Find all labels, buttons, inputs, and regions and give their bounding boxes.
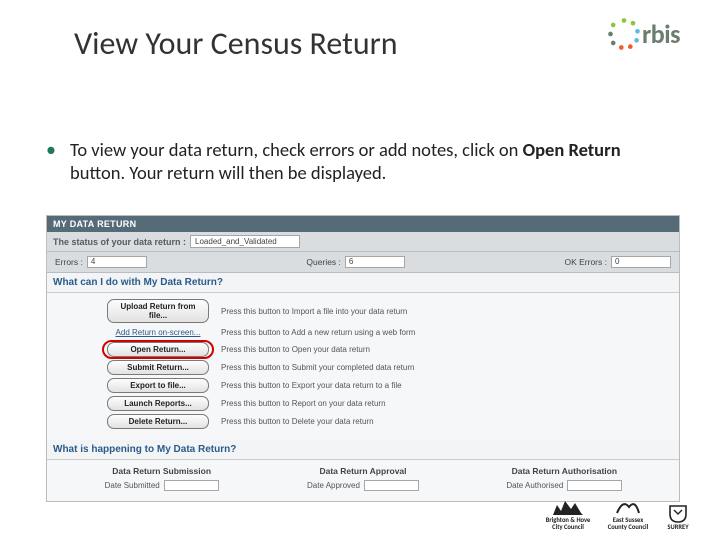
app-screenshot: MY DATA RETURN The status of your data r… <box>46 215 680 502</box>
orbis-ring-icon <box>606 16 642 52</box>
bullet-post: button. Your return will then be display… <box>70 161 386 184</box>
queries-label: Queries : <box>306 257 341 267</box>
action-row: Export to file... Press this button to Ex… <box>107 378 671 393</box>
action-description: Press this button to Submit your complet… <box>221 363 414 372</box>
action-row: Upload Return from file... Press this but… <box>107 299 671 323</box>
add-return-on-screen-button[interactable]: Add Return on-screen... <box>107 326 209 339</box>
footer-logos: Brighton & Hove City Council East Sussex… <box>544 495 692 530</box>
submit-return-button[interactable]: Submit Return... <box>107 360 209 375</box>
queries-value: 6 <box>345 256 405 268</box>
action-description: Press this button to Open your data retu… <box>221 345 370 354</box>
ok-errors-label: OK Errors : <box>564 257 607 267</box>
action-row: Submit Return... Press this button to Sub… <box>107 360 671 375</box>
launch-reports-button[interactable]: Launch Reports... <box>107 396 209 411</box>
orbis-text: rbis <box>642 18 680 50</box>
bullet-bold: Open Return <box>523 138 621 161</box>
bullet-pre: To view your data return, check errors o… <box>70 138 523 161</box>
surrey-text: SURREY <box>667 524 688 531</box>
orbis-logo: rbis <box>606 16 680 52</box>
date-submitted-label: Date Submitted <box>105 481 160 490</box>
brighton-hove-text: Brighton & Hove City Council <box>544 517 592 530</box>
approval-header: Data Return Approval <box>262 466 463 476</box>
action-description: Press this button to Report on your data… <box>221 399 386 408</box>
section-actions-title: What can I do with My Data Return? <box>47 273 679 293</box>
date-approved-label: Date Approved <box>307 481 360 490</box>
status-value: Loaded_and_Validated <box>190 235 300 248</box>
section-status-title: What is happening to My Data Return? <box>47 440 679 460</box>
action-row: Delete Return... Press this button to Del… <box>107 414 671 429</box>
east-sussex-text: East Sussex County Council <box>606 517 650 530</box>
action-row: Add Return on-screen... Press this button… <box>107 326 671 339</box>
open-return-button[interactable]: Open Return... <box>107 342 209 357</box>
upload-return-from-file-button[interactable]: Upload Return from file... <box>107 299 209 323</box>
delete-return-button[interactable]: Delete Return... <box>107 414 209 429</box>
instruction-bullet: •To view your data return, check errors … <box>46 138 674 184</box>
action-row: Open Return... Press this button to Open … <box>107 342 671 357</box>
action-description: Press this button to Add a new return us… <box>221 328 415 337</box>
action-description: Press this button to Export your data re… <box>221 381 402 390</box>
surrey-logo: SURREY <box>664 502 692 531</box>
date-submitted-value <box>164 480 219 491</box>
ok-errors-value: 0 <box>611 256 671 268</box>
action-description: Press this button to Import a file into … <box>221 307 407 316</box>
date-approved-value <box>364 480 419 491</box>
export-to-file-button[interactable]: Export to file... <box>107 378 209 393</box>
page-title: View Your Census Return <box>74 24 398 63</box>
east-sussex-logo: East Sussex County Council <box>606 495 650 530</box>
errors-value: 4 <box>87 256 147 268</box>
date-authorised-value <box>567 480 622 491</box>
action-description: Press this button to Delete your data re… <box>221 417 374 426</box>
panel-header: MY DATA RETURN <box>47 216 679 232</box>
actions-list: Upload Return from file... Press this but… <box>47 293 679 440</box>
authorisation-header: Data Return Authorisation <box>464 466 665 476</box>
action-row: Launch Reports... Press this button to Re… <box>107 396 671 411</box>
status-label: The status of your data return : <box>53 237 186 247</box>
submission-header: Data Return Submission <box>61 466 262 476</box>
date-authorised-label: Date Authorised <box>506 481 563 490</box>
counts-row: Errors : 4 Queries : 6 OK Errors : 0 <box>47 252 679 273</box>
status-bar: The status of your data return : Loaded_… <box>47 232 679 252</box>
brighton-hove-logo: Brighton & Hove City Council <box>544 495 592 530</box>
errors-label: Errors : <box>55 257 83 267</box>
